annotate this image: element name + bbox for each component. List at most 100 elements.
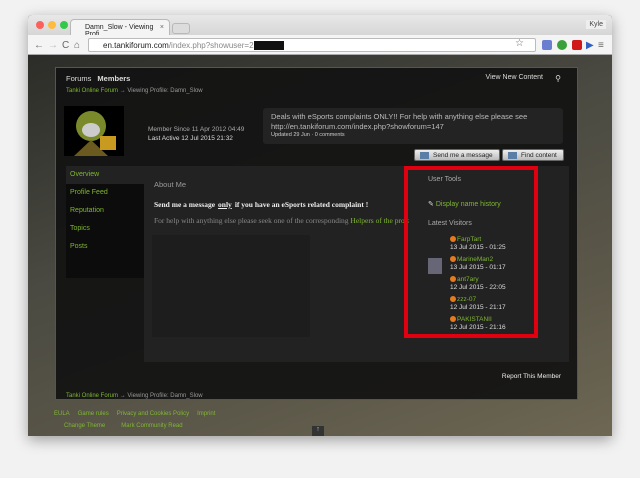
visitor-name[interactable]: ant7ary: [450, 276, 506, 284]
visitor-avatar[interactable]: [428, 258, 442, 274]
nav-forums[interactable]: Forums: [66, 74, 91, 83]
visit-date: 13 Jul 2015 - 01:17: [450, 264, 506, 271]
menu-icon[interactable]: ≡: [598, 40, 604, 51]
status-update: Deals with eSports complaints ONLY!! For…: [263, 108, 563, 144]
visit-date: 12 Jul 2015 - 21:16: [450, 324, 506, 331]
visitor-item: FarpTart 13 Jul 2015 - 01:25: [450, 236, 506, 252]
name-history-label: Display name history: [435, 201, 501, 208]
reload-icon[interactable]: C: [62, 40, 69, 51]
breadcrumb-arrow: →: [119, 393, 126, 399]
about-msg-a: Send me a message: [154, 200, 216, 209]
footer-links: EULA Game rules Privacy and Cookies Policy…: [54, 411, 223, 417]
footer-link[interactable]: Change Theme: [64, 423, 105, 429]
tab-posts[interactable]: Posts: [66, 238, 144, 256]
about-msg-c: if you have an eSports related complaint…: [234, 200, 369, 209]
last-active: Last Active 12 Jul 2015 21:32: [148, 135, 233, 142]
content-box: [152, 235, 310, 337]
breadcrumb-root[interactable]: Tanki Online Forum: [66, 393, 118, 399]
visitor-item: zzz-07 12 Jul 2015 - 21:17: [450, 296, 506, 312]
status-meta: Updated 29 Jun · 0 comments: [271, 132, 345, 138]
visit-date: 13 Jul 2015 - 01:25: [450, 244, 506, 251]
url-host: en.tankiforum.com: [103, 41, 169, 50]
extension-icon[interactable]: [572, 40, 582, 50]
tab-bar: Damn_Slow - Viewing Profi× Kyle: [28, 15, 612, 38]
help-text: For help with anything else please seek …: [154, 216, 349, 225]
find-content-button[interactable]: Find content: [502, 149, 564, 161]
forward-icon[interactable]: →: [48, 40, 58, 51]
display-name-history-link[interactable]: ✎ Display name history: [428, 200, 501, 208]
status-text: Deals with eSports complaints ONLY!! For…: [271, 112, 528, 131]
extension-icon[interactable]: [542, 40, 552, 50]
member-since: Member Since 11 Apr 2012 04:49: [148, 126, 245, 133]
about-msg-b: only: [218, 200, 232, 209]
rank-icon: [450, 316, 456, 323]
redacted-block: [253, 41, 284, 51]
breadcrumb-current: Viewing Profile: Damn_Slow: [127, 88, 203, 94]
rank-icon: [450, 236, 456, 243]
footer-link[interactable]: Privacy and Cookies Policy: [117, 411, 189, 417]
visitor-name[interactable]: FarpTart: [450, 236, 506, 244]
location-pin-icon[interactable]: ⚲: [555, 74, 561, 83]
report-member-link[interactable]: Report This Member: [502, 373, 561, 380]
url-path: /index.php?showuser=2: [168, 41, 254, 50]
tag-icon: ✎: [428, 201, 434, 208]
user-tools-title: User Tools: [428, 176, 461, 183]
home-icon[interactable]: ⌂: [74, 40, 80, 51]
tab-overview[interactable]: Overview: [66, 166, 144, 184]
send-message-button[interactable]: Send me a message: [414, 149, 500, 161]
toolbar: ← → C ⌂ en.tankiforum.com/index.php?show…: [28, 35, 612, 55]
visit-date: 12 Jul 2015 - 21:17: [450, 304, 506, 311]
rank-icon: [450, 296, 456, 303]
star-icon[interactable]: ☆: [515, 38, 524, 49]
highlight-box: User Tools ✎ Display name history Latest…: [404, 166, 538, 338]
footer-link[interactable]: EULA: [54, 411, 70, 417]
minimize-icon[interactable]: [48, 21, 56, 29]
nav-members[interactable]: Members: [97, 74, 130, 83]
new-tab-button[interactable]: [172, 23, 190, 34]
about-message: Send me a message only if you have an eSpo…: [154, 200, 368, 209]
browser-window: Damn_Slow - Viewing Profi× Kyle ← → C ⌂ …: [28, 15, 612, 436]
visitor-item: MarineMan2 13 Jul 2015 - 01:17: [450, 256, 506, 272]
back-to-top-icon[interactable]: ↑: [312, 426, 324, 436]
find-label: Find content: [521, 152, 557, 159]
about-help: For help with anything else please seek …: [154, 216, 409, 225]
extension-icon[interactable]: [557, 40, 567, 50]
footer-link[interactable]: Mark Community Read: [121, 423, 182, 429]
visitor-item: ant7ary 12 Jul 2015 - 22:05: [450, 276, 506, 292]
visitor-name[interactable]: MarineMan2: [450, 256, 506, 264]
footer-link[interactable]: Imprint: [197, 411, 215, 417]
visitor-name[interactable]: zzz-07: [450, 296, 506, 304]
back-icon[interactable]: ←: [34, 40, 44, 51]
breadcrumb-arrow: →: [119, 88, 126, 94]
rank-icon: [450, 256, 456, 263]
address-bar[interactable]: en.tankiforum.com/index.php?showuser=2: [88, 38, 536, 52]
latest-visitors-title: Latest Visitors: [428, 220, 472, 227]
visitor-item: PAKISTANII 12 Jul 2015 - 21:16: [450, 316, 506, 332]
document-icon: [508, 152, 517, 159]
forum-panel: Forums Members View New Content ⚲ Tanki O…: [55, 67, 578, 400]
close-window-icon[interactable]: [36, 21, 44, 29]
envelope-icon: [420, 152, 429, 159]
browser-tab[interactable]: Damn_Slow - Viewing Profi×: [70, 19, 170, 38]
view-new-content-link[interactable]: View New Content: [486, 74, 543, 81]
breadcrumb-bottom: Tanki Online Forum → Viewing Profile: Da…: [66, 393, 203, 399]
breadcrumb-root[interactable]: Tanki Online Forum: [66, 88, 118, 94]
footer-links-2: Change Theme Mark Community Read: [64, 423, 191, 429]
play-icon[interactable]: ▶: [586, 40, 594, 51]
footer-link[interactable]: Game rules: [78, 411, 109, 417]
helpers-link[interactable]: Helpers of the project: [350, 216, 409, 225]
visitor-name[interactable]: PAKISTANII: [450, 316, 506, 324]
profile-name[interactable]: Kyle: [586, 20, 606, 29]
send-label: Send me a message: [433, 152, 493, 159]
tab-profile-feed[interactable]: Profile Feed: [66, 184, 144, 202]
rank-icon: [450, 276, 456, 283]
maximize-icon[interactable]: [60, 21, 68, 29]
breadcrumb-current: Viewing Profile: Damn_Slow: [127, 393, 203, 399]
page-content: Forums Members View New Content ⚲ Tanki O…: [28, 55, 612, 436]
close-tab-icon[interactable]: ×: [160, 24, 164, 31]
avatar: [64, 106, 124, 156]
tab-reputation[interactable]: Reputation: [66, 202, 144, 220]
tab-topics[interactable]: Topics: [66, 220, 144, 238]
visit-date: 12 Jul 2015 - 22:05: [450, 284, 506, 291]
breadcrumb: Tanki Online Forum → Viewing Profile: Da…: [66, 88, 203, 94]
